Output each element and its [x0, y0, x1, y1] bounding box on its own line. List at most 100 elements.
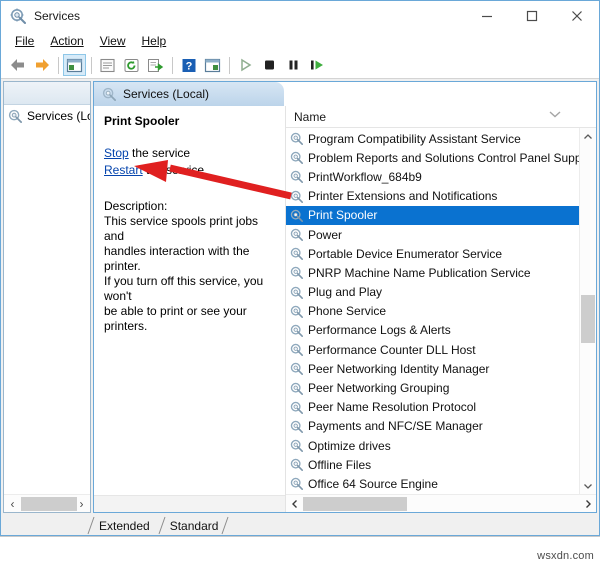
- service-row[interactable]: Problem Reports and Solutions Control Pa…: [286, 148, 579, 167]
- view-tabs: Extended Standard: [1, 513, 599, 535]
- service-row[interactable]: Plug and Play: [286, 283, 579, 302]
- refresh-icon[interactable]: [120, 54, 143, 76]
- service-row[interactable]: Optimize drives: [286, 436, 579, 455]
- chevron-down-icon[interactable]: [548, 108, 562, 122]
- list-hscroll-track[interactable]: [303, 496, 579, 512]
- forward-icon[interactable]: [30, 54, 53, 76]
- services-gear-icon: [290, 420, 303, 433]
- back-icon[interactable]: [6, 54, 29, 76]
- detail-hscrollbar[interactable]: [94, 495, 285, 512]
- list-vscroll-thumb[interactable]: [581, 295, 595, 343]
- list-hscroll-thumb[interactable]: [303, 496, 407, 511]
- service-row-label: Plug and Play: [308, 285, 383, 300]
- console-tree-pane: Services (Loca ‹ ›: [3, 81, 91, 513]
- service-row[interactable]: Office 64 Source Engine: [286, 474, 579, 493]
- services-gear-icon: [290, 382, 303, 395]
- service-description: Description: This service spools print j…: [104, 199, 277, 334]
- service-row[interactable]: Performance Counter DLL Host: [286, 340, 579, 359]
- service-row[interactable]: Phone Service: [286, 302, 579, 321]
- list-hscrollbar[interactable]: [286, 494, 596, 512]
- list-column-header[interactable]: Name: [286, 106, 596, 128]
- service-row[interactable]: Print Spooler: [286, 205, 579, 225]
- restart-service-link-suffix: the service: [142, 163, 205, 177]
- services-gear-icon: [290, 458, 303, 472]
- service-row[interactable]: PNRP Machine Name Publication Service: [286, 263, 579, 282]
- service-row[interactable]: PrintWorkflow_684b9: [286, 167, 579, 186]
- service-row[interactable]: Offline Files: [286, 455, 579, 474]
- service-row-label: Payments and NFC/SE Manager: [308, 419, 483, 434]
- restart-service-link[interactable]: Restart: [104, 163, 143, 177]
- help-icon[interactable]: ?: [177, 54, 200, 76]
- menu-action-label: Action: [50, 34, 84, 48]
- service-row[interactable]: Peer Networking Identity Manager: [286, 359, 579, 378]
- list-vscroll-up-arrow[interactable]: [580, 128, 596, 145]
- menu-bar: File Action View Help: [1, 30, 599, 52]
- description-line: If you turn off this service, you won't: [104, 274, 264, 303]
- services-gear-icon: [10, 8, 26, 24]
- console-body: Services (Loca ‹ ›: [1, 79, 599, 513]
- services-gear-icon: [290, 170, 303, 184]
- menu-view[interactable]: View: [92, 32, 134, 50]
- tree-hscroll-left-arrow[interactable]: ‹: [4, 496, 21, 512]
- results-tab-label: Services (Local): [123, 87, 210, 101]
- service-row[interactable]: Payments and NFC/SE Manager: [286, 417, 579, 436]
- minimize-icon[interactable]: [464, 1, 509, 30]
- tree-hscrollbar[interactable]: ‹ ›: [4, 494, 90, 512]
- list-vscroll-track[interactable]: [580, 145, 596, 477]
- svg-text:?: ?: [185, 60, 192, 72]
- services-gear-icon: [290, 324, 303, 337]
- export-list-icon[interactable]: [144, 54, 167, 76]
- tree-node-services-local[interactable]: Services (Loca: [4, 107, 90, 125]
- tab-slash-left: [87, 516, 96, 535]
- show-hide-action-pane-icon[interactable]: [201, 54, 224, 76]
- service-row-label: Optimize drives: [308, 438, 391, 453]
- service-detail-title: Print Spooler: [104, 114, 180, 128]
- services-gear-icon: [290, 266, 303, 280]
- service-row[interactable]: Peer Networking Grouping: [286, 378, 579, 397]
- window-title: Services: [34, 8, 81, 23]
- toolbar: ?: [1, 52, 599, 79]
- description-line: be able to print or see your printers.: [104, 304, 247, 333]
- menu-file[interactable]: File: [7, 32, 42, 50]
- service-row[interactable]: Printer Extensions and Notifications: [286, 187, 579, 206]
- service-row-label: Office 64 Source Engine: [308, 476, 438, 491]
- list-vscroll-down-arrow[interactable]: [580, 477, 596, 494]
- service-row[interactable]: Power: [286, 225, 579, 244]
- stop-service-link[interactable]: Stop: [104, 146, 129, 160]
- services-gear-icon: [102, 87, 116, 101]
- service-row[interactable]: Program Compatibility Assistant Service: [286, 129, 579, 148]
- services-gear-icon: [290, 247, 303, 261]
- results-tab-services-local[interactable]: Services (Local): [94, 82, 284, 106]
- watermark: wsxdn.com: [537, 550, 594, 562]
- maximize-icon[interactable]: [509, 1, 554, 30]
- list-vscrollbar[interactable]: [579, 128, 596, 494]
- services-window: Services File Action View Help ? Service…: [0, 0, 600, 536]
- tab-extended[interactable]: Extended: [87, 516, 160, 535]
- restart-service-icon[interactable]: [306, 54, 329, 76]
- tree-hscroll-track[interactable]: [21, 496, 77, 512]
- menu-help[interactable]: Help: [134, 32, 175, 50]
- service-row[interactable]: Portable Device Enumerator Service: [286, 244, 579, 263]
- tab-standard[interactable]: Standard: [158, 516, 229, 535]
- show-hide-tree-icon[interactable]: [63, 54, 86, 76]
- stop-service-icon[interactable]: [258, 54, 281, 76]
- start-service-icon[interactable]: [234, 54, 257, 76]
- close-icon[interactable]: [554, 1, 599, 30]
- properties-icon[interactable]: [96, 54, 119, 76]
- title-bar: Services: [1, 1, 599, 30]
- service-row[interactable]: Performance Logs & Alerts: [286, 321, 579, 340]
- services-gear-icon: [290, 401, 303, 414]
- tab-slash-left: [158, 516, 167, 535]
- service-row-label: Peer Name Resolution Protocol: [308, 400, 477, 415]
- services-gear-icon: [290, 190, 303, 203]
- service-row[interactable]: Peer Name Resolution Protocol: [286, 398, 579, 417]
- stop-service-link-suffix: the service: [128, 146, 191, 160]
- list-hscroll-right-arrow[interactable]: [579, 496, 596, 512]
- pause-service-icon[interactable]: [282, 54, 305, 76]
- menu-action[interactable]: Action: [42, 32, 91, 50]
- service-row-label: Offline Files: [308, 457, 372, 472]
- column-header-name[interactable]: Name: [286, 110, 326, 124]
- tree-hscroll-thumb[interactable]: [21, 496, 77, 511]
- toolbar-separator: [58, 56, 59, 74]
- list-hscroll-left-arrow[interactable]: [286, 496, 303, 512]
